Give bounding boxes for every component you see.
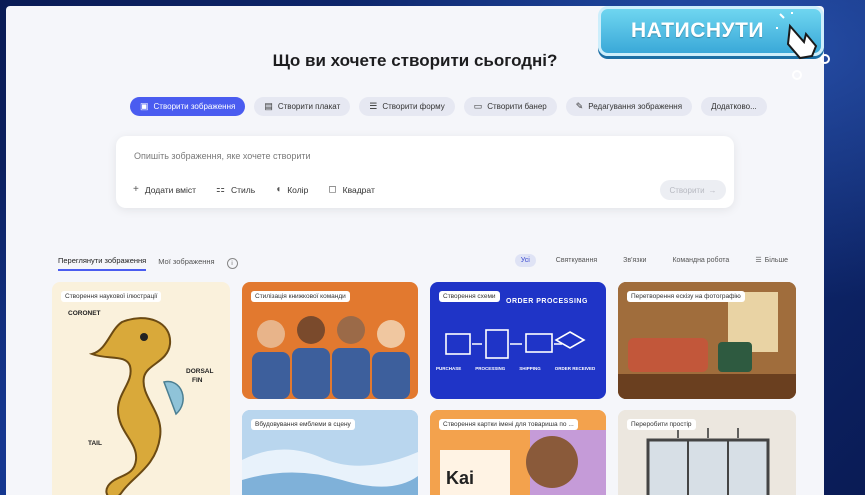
filter-connections[interactable]: Зв'язки bbox=[617, 254, 652, 267]
pill-create-poster[interactable]: ▤ Створити плакат bbox=[254, 97, 351, 116]
arrow-right-icon: → bbox=[708, 185, 717, 195]
pill-create-form[interactable]: ☰ Створити форму bbox=[359, 97, 455, 116]
image-icon: ▣ bbox=[140, 101, 149, 111]
gallery-card-sketch-to-photo[interactable]: Перетворення ескізу на фотографію bbox=[618, 282, 796, 399]
color-button[interactable]: ◖ Колір bbox=[275, 184, 308, 195]
diagram-step: ORDER RECEIVED bbox=[554, 366, 596, 371]
plus-icon: + bbox=[133, 184, 139, 195]
gallery-card-name-badge[interactable]: Створення картки імені для товариша по .… bbox=[430, 410, 606, 495]
card-label: Переробити простір bbox=[627, 419, 696, 430]
filter-more[interactable]: ☰ Більше bbox=[749, 253, 794, 267]
form-icon: ☰ bbox=[369, 101, 378, 111]
card-label: Вбудовування емблеми в сцену bbox=[251, 419, 355, 430]
diagram-step: PROCESSING bbox=[475, 366, 506, 371]
gallery-filters: Усі Святкування Зв'язки Командна робота … bbox=[514, 253, 794, 267]
pointing-hand-icon bbox=[776, 12, 818, 60]
tab-my-images[interactable]: Мої зображення bbox=[158, 257, 214, 270]
pill-more[interactable]: Додатково... bbox=[701, 97, 767, 116]
card-label: Стилізація книжкової команди bbox=[251, 291, 350, 302]
card-label: Створення картки імені для товариша по .… bbox=[439, 419, 578, 430]
banner-icon: ▭ bbox=[473, 101, 483, 111]
pill-edit-image[interactable]: ✎ Редагування зображення bbox=[565, 97, 693, 116]
gallery-card-remodel-space[interactable]: Переробити простір bbox=[618, 410, 796, 495]
filter-icon: ☰ bbox=[755, 257, 762, 264]
style-icon: ⚏ bbox=[216, 184, 226, 195]
tab-browse-images[interactable]: Переглянути зображення bbox=[58, 256, 147, 271]
gallery-card-emblem-scene[interactable]: Вбудовування емблеми в сцену bbox=[242, 410, 418, 495]
gallery-card-science-illustration[interactable]: Створення наукової ілюстрації CORONET DO… bbox=[52, 282, 230, 495]
annotation-label: CORONET bbox=[68, 310, 101, 317]
create-button[interactable]: Створити → bbox=[660, 180, 726, 200]
filter-teamwork[interactable]: Командна робота bbox=[666, 254, 735, 267]
style-button[interactable]: ⚏ Стиль bbox=[216, 184, 255, 195]
gallery-tabs: Переглянути зображення Мої зображення i bbox=[58, 256, 238, 271]
gallery-card-book-team[interactable]: Стилізація книжкової команди bbox=[242, 282, 418, 399]
card-label: Створення наукової ілюстрації bbox=[61, 291, 162, 302]
filter-celebration[interactable]: Святкування bbox=[550, 254, 603, 267]
diagram-step: PURCHASE bbox=[436, 366, 462, 371]
diagram-illustration bbox=[445, 329, 586, 359]
add-content-button[interactable]: + Додати вміст bbox=[133, 184, 196, 195]
filter-all[interactable]: Усі bbox=[514, 253, 536, 267]
diagram-steps: PURCHASE PROCESSING SHIPPING ORDER RECEI… bbox=[436, 366, 595, 371]
square-icon: ◻ bbox=[328, 184, 337, 195]
decor-dot-icon bbox=[820, 54, 830, 64]
card-label: Створення схеми bbox=[439, 291, 500, 302]
prompt-input[interactable] bbox=[132, 150, 696, 162]
pill-create-image[interactable]: ▣ Створити зображення bbox=[130, 97, 246, 116]
color-icon: ◖ bbox=[275, 184, 282, 195]
poster-icon: ▤ bbox=[264, 101, 273, 111]
card-label: Перетворення ескізу на фотографію bbox=[627, 291, 745, 302]
name-text: Kai bbox=[446, 468, 475, 488]
create-pills: ▣ Створити зображення ▤ Створити плакат ☰ С… bbox=[130, 97, 767, 116]
prompt-tools: + Додати вміст ⚏ Стиль ◖ Колір ◻ Квадрат bbox=[133, 184, 375, 195]
click-here-label: НАТИСНУТИ bbox=[631, 19, 765, 42]
info-icon[interactable]: i bbox=[226, 258, 238, 269]
gallery-card-diagram[interactable]: Створення схеми ORDER PROCESSING PURCHAS… bbox=[430, 282, 606, 399]
pill-create-banner[interactable]: ▭ Створити банер bbox=[463, 97, 557, 116]
prompt-card: +Додати вміст ⚏Стиль ◖Колір ◻Квадрат Ств… bbox=[116, 136, 734, 208]
edit-image-icon: ✎ bbox=[575, 101, 584, 111]
aspect-button[interactable]: ◻ Квадрат bbox=[328, 184, 375, 195]
diagram-heading: ORDER PROCESSING bbox=[506, 298, 588, 305]
annotation-label: TAIL bbox=[88, 440, 102, 447]
designer-app: Що ви хочете створити сьогодні? ▣ Створит… bbox=[6, 6, 824, 495]
decor-dot-icon bbox=[792, 70, 802, 80]
diagram-step: SHIPPING bbox=[519, 366, 541, 371]
click-here-overlay[interactable]: НАТИСНУТИ bbox=[594, 4, 830, 80]
annotation-label: FIN bbox=[192, 377, 203, 384]
annotation-label: DORSAL bbox=[186, 368, 214, 375]
